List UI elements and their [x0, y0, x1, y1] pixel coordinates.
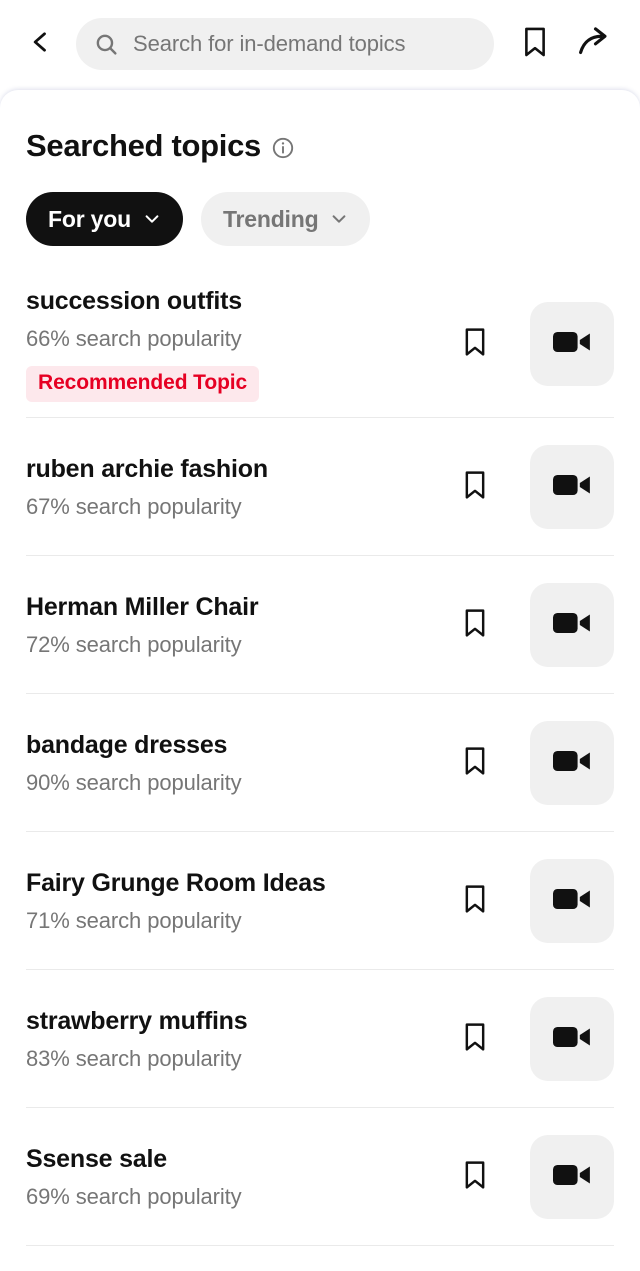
create-video-button[interactable] [530, 859, 614, 943]
topic-name: succession outfits [26, 287, 242, 315]
topic-name: Herman Miller Chair [26, 593, 259, 621]
search-bar[interactable] [76, 18, 494, 70]
bookmark-icon [461, 745, 489, 782]
back-chevron-icon [27, 28, 55, 61]
topic-popularity: 69% search popularity [26, 1184, 242, 1209]
share-button[interactable] [572, 21, 618, 67]
video-camera-icon [553, 472, 591, 503]
chip-trending-label: Trending [222, 205, 319, 232]
topic-info: strawberry muffins 83% search popularity [26, 1006, 438, 1072]
row-actions [438, 721, 614, 805]
row-actions [438, 302, 614, 386]
topic-popularity: 83% search popularity [26, 1046, 242, 1071]
share-icon [578, 26, 612, 63]
bookmark-icon [461, 1021, 489, 1058]
topic-info: Herman Miller Chair 72% search popularit… [26, 592, 438, 658]
save-topic-button[interactable] [456, 603, 494, 647]
search-icon [94, 32, 119, 57]
topic-info: Ssense sale 69% search popularity [26, 1144, 438, 1210]
save-topic-button[interactable] [456, 879, 494, 923]
create-video-button[interactable] [530, 1135, 614, 1219]
save-topic-button[interactable] [456, 465, 494, 509]
chevron-down-icon [330, 210, 348, 228]
row-actions [438, 859, 614, 943]
chevron-down-icon [143, 210, 161, 228]
video-camera-icon [553, 610, 591, 641]
video-camera-icon [553, 886, 591, 917]
video-camera-icon [553, 1024, 591, 1055]
row-actions [438, 445, 614, 529]
top-bar [0, 0, 640, 88]
create-video-button[interactable] [530, 721, 614, 805]
searched-topics-sheet: Searched topics For you Trending success… [0, 90, 640, 1271]
bookmark-icon [461, 469, 489, 506]
bookmark-icon [461, 883, 489, 920]
bookmark-icon [461, 1159, 489, 1196]
topic-name: ruben archie fashion [26, 455, 268, 483]
bookmark-icon [520, 26, 550, 63]
table-row[interactable]: ruben archie fashion 67% search populari… [0, 418, 640, 556]
filter-chips: For you Trending [0, 164, 640, 246]
bookmark-icon [461, 326, 489, 363]
topic-name: Fairy Grunge Room Ideas [26, 869, 326, 897]
table-row[interactable]: Ssense sale 69% search popularity [0, 1108, 640, 1246]
video-camera-icon [553, 748, 591, 779]
page-title: Searched topics [26, 128, 261, 163]
create-video-button[interactable] [530, 445, 614, 529]
save-topic-button[interactable] [456, 1017, 494, 1061]
topic-info: ruben archie fashion 67% search populari… [26, 454, 438, 520]
search-input[interactable] [119, 31, 476, 57]
topic-popularity: 90% search popularity [26, 770, 242, 795]
topic-popularity: 66% search popularity [26, 326, 242, 351]
topic-name: bandage dresses [26, 731, 228, 759]
create-video-button[interactable] [530, 997, 614, 1081]
topic-popularity: 67% search popularity [26, 494, 242, 519]
table-row[interactable]: succession outfits 66% search popularity… [0, 270, 640, 418]
save-topic-button[interactable] [456, 741, 494, 785]
topic-info: succession outfits 66% search popularity… [26, 286, 438, 402]
create-video-button[interactable] [530, 583, 614, 667]
create-video-button[interactable] [530, 302, 614, 386]
chip-for-you[interactable]: For you [26, 192, 183, 246]
info-icon[interactable] [271, 136, 295, 160]
row-divider [26, 1245, 614, 1246]
table-row[interactable]: bandage dresses 90% search popularity [0, 694, 640, 832]
topic-name: Ssense sale [26, 1145, 167, 1173]
topic-popularity: 72% search popularity [26, 632, 242, 657]
sheet-header: Searched topics [0, 90, 640, 164]
row-actions [438, 583, 614, 667]
status-badge: Recommended Topic [26, 366, 260, 402]
save-topic-button[interactable] [456, 322, 494, 366]
video-camera-icon [553, 329, 591, 360]
saved-button[interactable] [512, 21, 558, 67]
table-row[interactable]: strawberry muffins 83% search popularity [0, 970, 640, 1108]
topic-info: Fairy Grunge Room Ideas 71% search popul… [26, 868, 438, 934]
chip-for-you-label: For you [48, 205, 131, 232]
table-row[interactable]: Herman Miller Chair 72% search popularit… [0, 556, 640, 694]
table-row[interactable]: Fairy Grunge Room Ideas 71% search popul… [0, 832, 640, 970]
topic-popularity: 71% search popularity [26, 908, 242, 933]
bookmark-icon [461, 607, 489, 644]
topic-name: strawberry muffins [26, 1007, 248, 1035]
save-topic-button[interactable] [456, 1155, 494, 1199]
row-actions [438, 1135, 614, 1219]
topics-list: succession outfits 66% search popularity… [0, 270, 640, 1246]
back-button[interactable] [18, 21, 64, 67]
chip-trending[interactable]: Trending [200, 192, 371, 246]
row-actions [438, 997, 614, 1081]
app-screen: Searched topics For you Trending [0, 0, 640, 1271]
topic-info: bandage dresses 90% search popularity [26, 730, 438, 796]
video-camera-icon [553, 1162, 591, 1193]
